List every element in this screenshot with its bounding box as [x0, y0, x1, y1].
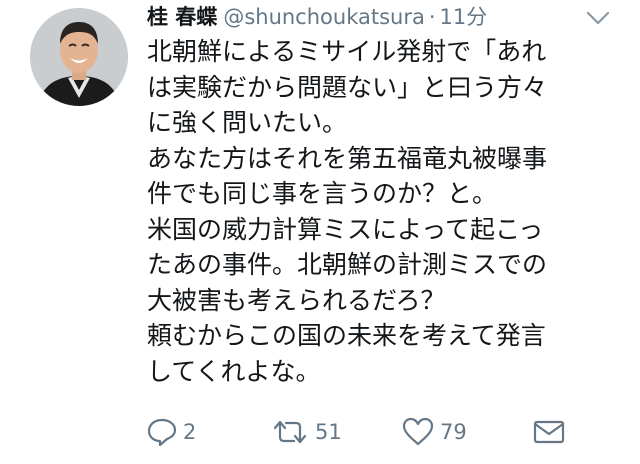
tweet-text-line: 北朝鮮によるミサイル発射で「あれ [147, 37, 547, 66]
avatar-photo [30, 8, 128, 106]
tweet-text-line: 大被害も考えられるだろ？ [147, 285, 446, 315]
like-count: 79 [440, 420, 467, 444]
user-handle[interactable]: @shunchoukatsura [223, 0, 425, 34]
tweet-text-line: してくれよな。 [147, 356, 321, 386]
reply-count: 2 [183, 420, 197, 444]
tweet-text-line: 件でも同じ事を言うのか？と。 [147, 179, 498, 208]
timestamp[interactable]: 11分 [440, 0, 488, 34]
tweet-text-line: に強く問いたい。 [147, 108, 348, 137]
heart-icon [401, 417, 435, 447]
display-name[interactable]: 桂 春蝶 [147, 0, 217, 34]
chevron-down-icon[interactable] [585, 8, 611, 28]
reply-icon [146, 417, 178, 447]
tweet-text-line: 米国の威力計算ミスによって起こっ [147, 214, 544, 244]
reply-button[interactable]: 2 [146, 414, 196, 450]
separator-dot: · [428, 5, 436, 29]
tweet-text-line: 頼むからこの国の未来を考えて発言 [147, 321, 546, 350]
tweet-text-line: は実験だから問題ない」と曰う方々 [147, 72, 548, 102]
tweet-text: 北朝鮮によるミサイル発射で「あれ は実験だから問題ない」と曰う方々 に強く問いた… [147, 34, 617, 389]
envelope-icon [532, 417, 566, 447]
avatar[interactable] [30, 8, 128, 106]
retweet-icon [270, 417, 310, 447]
tweet-text-line: あなた方はそれを第五福竜丸被曝事 [147, 143, 548, 173]
tweet-header: 桂 春蝶 @shunchoukatsura · 11分 [147, 0, 487, 34]
direct-message-button[interactable] [532, 414, 566, 450]
retweet-count: 51 [315, 420, 342, 444]
retweet-button[interactable]: 51 [270, 414, 342, 450]
like-button[interactable]: 79 [401, 414, 467, 450]
tweet-text-line: たあの事件。北朝鮮の計測ミスでの [147, 250, 548, 279]
tweet: 桂 春蝶 @shunchoukatsura · 11分 北朝鮮によるミサイル発射… [0, 0, 640, 464]
tweet-actions: 2 51 79 [146, 414, 626, 450]
